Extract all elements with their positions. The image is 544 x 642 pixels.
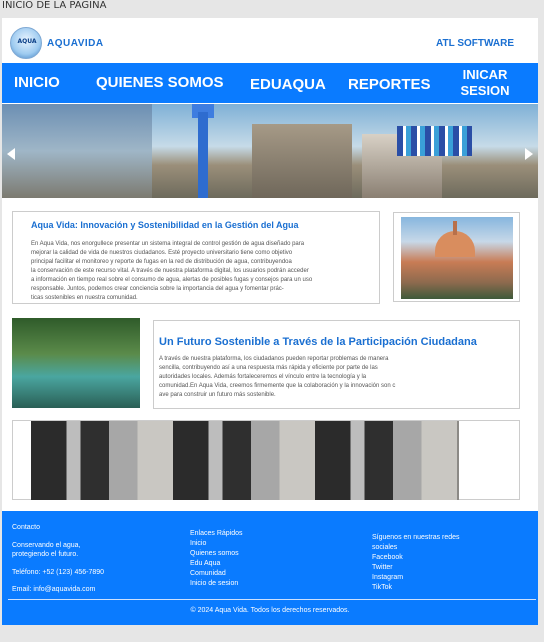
church-spire bbox=[453, 221, 457, 235]
company-name: ATL SOFTWARE bbox=[436, 38, 514, 49]
intro-line: a información en tiempo real sobre el co… bbox=[31, 277, 313, 283]
nav-quienes-somos[interactable]: QUIENES SOMOS bbox=[96, 75, 224, 91]
brand-name[interactable]: AQUAVIDA bbox=[47, 38, 104, 49]
logo-text: AQUA bbox=[17, 38, 37, 45]
footer-link-quienes-somos[interactable]: Quienes somos bbox=[190, 549, 243, 559]
city-image-card bbox=[393, 212, 520, 302]
hero-carousel bbox=[2, 104, 538, 198]
participation-paragraph: A través de nuestra plataforma, los ciud… bbox=[159, 355, 514, 400]
nav-iniciar-line2: SESION bbox=[460, 83, 510, 98]
footer-links: Enlaces Rápidos Inicio Quienes somos Edu… bbox=[190, 529, 243, 589]
footer-email[interactable]: Email: info@aquavida.com bbox=[12, 585, 95, 594]
water-panel bbox=[315, 421, 457, 500]
footer-link-inicio-sesion[interactable]: Inicio de sesion bbox=[190, 579, 243, 589]
site-header: AQUA AQUAVIDA ATL SOFTWARE bbox=[2, 18, 538, 63]
participation-line: comunidad.En Aqua Vida, creemos firmemen… bbox=[159, 383, 396, 389]
gallery-card bbox=[12, 420, 520, 500]
nav-reportes[interactable]: REPORTES bbox=[348, 77, 431, 93]
footer-social-instagram[interactable]: Instagram bbox=[372, 573, 460, 583]
footer-social: Síguenos en nuestras redes sociales Face… bbox=[372, 533, 460, 593]
intro-line: principal facilitar el monitoreo y repor… bbox=[31, 259, 292, 265]
participation-line: ave para construir un futuro más sosteni… bbox=[159, 392, 276, 398]
intro-line: responsable. Juntos, podemos crear conci… bbox=[31, 286, 284, 292]
hero-tower bbox=[198, 112, 208, 198]
participation-line: A través de nuestra plataforma, los ciud… bbox=[159, 356, 389, 362]
footer-tagline-2: protegiendo el futuro. bbox=[12, 551, 79, 558]
intro-line: ticas sostenibles en nuestra comunidad. bbox=[31, 295, 138, 301]
city-image bbox=[401, 217, 513, 299]
participation-line: autoridades locales. Además fortalecerem… bbox=[159, 374, 367, 380]
forest-image bbox=[12, 318, 140, 408]
nav-iniciar-line1: INICAR bbox=[462, 67, 508, 82]
intro-line: En Aqua Vida, nos enorgullece presentar … bbox=[31, 241, 305, 247]
intro-line: mejorar la calidad de vida de nuestros c… bbox=[31, 250, 293, 256]
nav-inicio[interactable]: INICIO bbox=[14, 75, 60, 91]
footer-link-edu-aqua[interactable]: Edu Aqua bbox=[190, 559, 243, 569]
footer-divider bbox=[8, 599, 536, 600]
hero-tile-mosaic bbox=[397, 126, 472, 156]
footer-social-twitter[interactable]: Twitter bbox=[372, 563, 460, 573]
footer-social-facebook[interactable]: Facebook bbox=[372, 553, 460, 563]
footer-link-comunidad[interactable]: Comunidad bbox=[190, 569, 243, 579]
footer-social-title-1: Síguenos en nuestras redes bbox=[372, 534, 460, 541]
hero-stone-wall bbox=[252, 124, 352, 198]
page: AQUA AQUAVIDA ATL SOFTWARE INICIO QUIENE… bbox=[2, 18, 538, 625]
logo-icon[interactable]: AQUA bbox=[10, 27, 42, 59]
water-gallery-image bbox=[31, 421, 459, 500]
carousel-prev-icon[interactable] bbox=[7, 148, 15, 160]
participation-line: sencilla, contribuyendo así a una respue… bbox=[159, 365, 378, 371]
water-panel bbox=[31, 421, 173, 500]
nav-iniciar-sesion[interactable]: INICAR SESION bbox=[454, 67, 516, 99]
footer-tagline-1: Conservando el agua, bbox=[12, 542, 81, 549]
footer-copyright: © 2024 Aqua Vida. Todos los derechos res… bbox=[190, 607, 350, 614]
footer-social-title-2: sociales bbox=[372, 544, 398, 551]
hero-image-left bbox=[2, 104, 152, 198]
footer-phone: Teléfono: +52 (123) 456-7890 bbox=[12, 569, 105, 576]
footer-social-tiktok[interactable]: TikTok bbox=[372, 583, 460, 593]
participation-title: Un Futuro Sostenible a Través de la Part… bbox=[159, 336, 477, 348]
water-panel bbox=[173, 421, 315, 500]
participation-card: Un Futuro Sostenible a Través de la Part… bbox=[153, 320, 520, 409]
intro-line: la conservación de este recurso vital. A… bbox=[31, 268, 309, 274]
intro-paragraph: En Aqua Vida, nos enorgullece presentar … bbox=[31, 240, 371, 303]
nav-eduaqua[interactable]: EDUAQUA bbox=[250, 77, 326, 93]
carousel-next-icon[interactable] bbox=[525, 148, 533, 160]
footer-contact-title: Contacto bbox=[12, 524, 41, 531]
top-anchor-label: INICIO DE LA PAGINA bbox=[2, 0, 107, 11]
site-footer: Contacto Conservando el agua, protegiend… bbox=[2, 511, 538, 625]
footer-link-inicio[interactable]: Inicio bbox=[190, 539, 243, 549]
footer-links-title: Enlaces Rápidos bbox=[190, 530, 243, 537]
main-nav: INICIO QUIENES SOMOS EDUAQUA REPORTES IN… bbox=[2, 63, 538, 103]
intro-card: Aqua Vida: Innovación y Sostenibilidad e… bbox=[12, 211, 380, 304]
intro-title: Aqua Vida: Innovación y Sostenibilidad e… bbox=[31, 220, 299, 230]
